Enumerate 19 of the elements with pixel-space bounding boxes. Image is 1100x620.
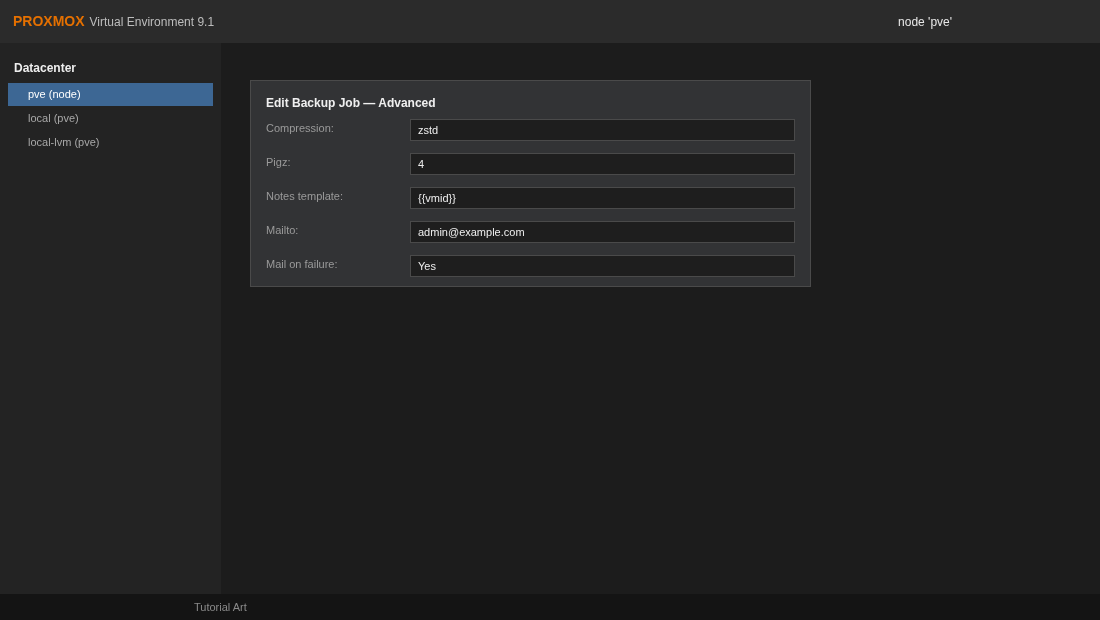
node-context: node 'pve' xyxy=(898,13,953,31)
status-text: Tutorial Art xyxy=(194,599,247,615)
field-label: Pigz: xyxy=(266,154,292,170)
input-field[interactable]: 4 xyxy=(410,153,795,175)
dialog-title: Edit Backup Job — Advanced xyxy=(266,95,437,112)
input-field[interactable]: {{vmid}} xyxy=(410,187,795,209)
input-field[interactable]: Yes xyxy=(410,255,795,277)
sidebar-title: Datacenter xyxy=(13,60,78,77)
field-label: Mailto: xyxy=(266,222,300,238)
input-field[interactable]: zstd xyxy=(410,119,795,141)
field-label: Compression: xyxy=(266,120,335,136)
tree-item[interactable]: local (pve) xyxy=(8,107,213,130)
input-field[interactable]: admin@example.com xyxy=(410,221,795,243)
field-label: Notes template: xyxy=(266,188,345,204)
field-label: Mail on failure: xyxy=(266,256,339,272)
tree-item[interactable]: pve (node) xyxy=(8,83,213,106)
logo-text: PROXMOX xyxy=(13,12,85,31)
tree-item[interactable]: local-lvm (pve) xyxy=(8,131,213,154)
product-title: Virtual Environment 9.1 xyxy=(89,13,215,31)
